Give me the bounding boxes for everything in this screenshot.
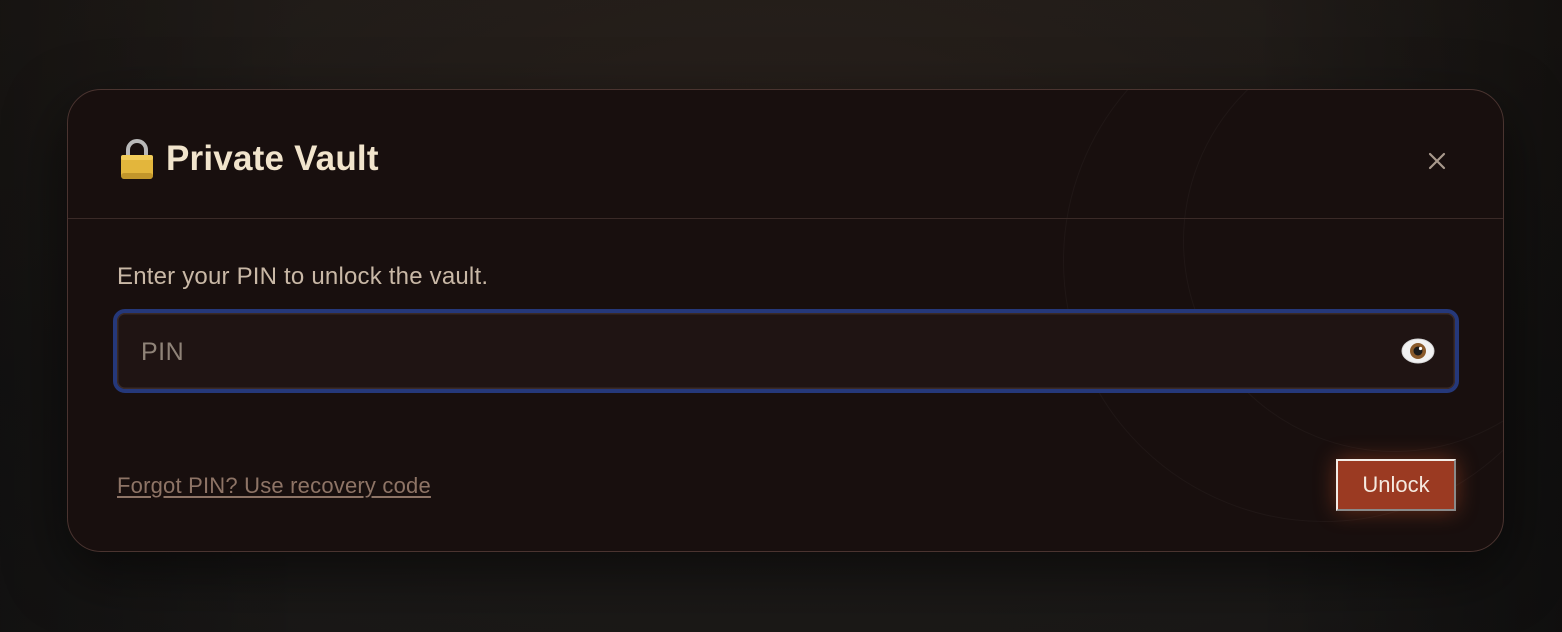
vault-dialog: Private Vault Enter your PIN to unlock t… <box>67 89 1504 552</box>
lock-icon <box>120 138 154 180</box>
close-icon <box>1428 152 1446 175</box>
eye-icon[interactable] <box>1401 336 1435 366</box>
pin-input[interactable] <box>139 313 1383 391</box>
unlock-prompt: Enter your PIN to unlock the vault. <box>117 263 489 290</box>
dialog-title-text: Private Vault <box>166 139 379 178</box>
recovery-code-link[interactable]: Forgot PIN? Use recovery code <box>117 473 431 499</box>
dialog-title: Private Vault <box>120 138 379 180</box>
dialog-header: Private Vault <box>68 90 1503 219</box>
pin-field-wrapper <box>113 309 1459 393</box>
close-button[interactable] <box>1419 145 1455 181</box>
unlock-button[interactable]: Unlock <box>1336 459 1456 511</box>
